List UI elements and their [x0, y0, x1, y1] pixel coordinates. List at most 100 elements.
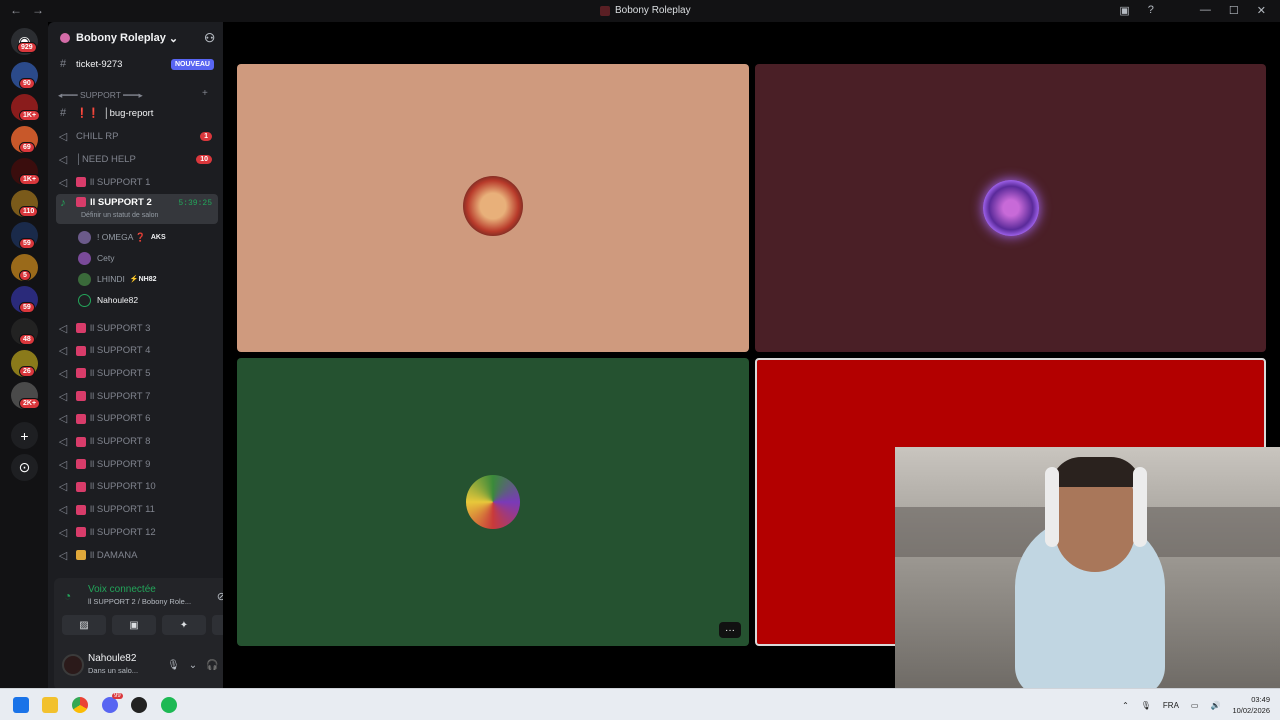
voice-status[interactable]: Voix connectée [88, 584, 156, 595]
user-name[interactable]: Nahoule82 [88, 653, 136, 664]
screen-share-button[interactable]: ▣ [112, 615, 156, 635]
microphone-icon[interactable]: 🎙 [167, 660, 180, 671]
server-unread-badge: 2K+ [19, 398, 41, 409]
voice-member[interactable]: LHINDI ⚡NH82 [78, 269, 157, 289]
voice-channel[interactable]: ◁ ll SUPPORT 7 [56, 386, 218, 406]
avatar [78, 293, 91, 307]
server-unread-badge: 48 [19, 334, 35, 345]
channel-emoji-icon [76, 345, 86, 356]
speaker-icon: ◁ [58, 345, 68, 358]
voice-channel[interactable]: ◁ │NEED HELP 10 [56, 149, 218, 169]
channel-ticket[interactable]: # ticket-9273 NOUVEAU [56, 54, 218, 74]
more-options-button[interactable]: ··· [719, 622, 741, 638]
voice-location[interactable]: ll SUPPORT 2 / Bobony Role... [88, 597, 191, 606]
forward-arrow-icon[interactable]: → [32, 3, 44, 17]
hashtag-icon: # [59, 58, 67, 70]
clock-time: 03:49 [1251, 695, 1270, 704]
user-status: Dans un salo... [88, 666, 139, 675]
speaker-icon: ◁ [58, 526, 68, 539]
channel-emoji-icon [76, 436, 86, 447]
volume-icon[interactable]: 🔊 [1210, 701, 1220, 710]
voice-timer: 5:39:25 [178, 199, 212, 208]
chrome-icon[interactable] [72, 697, 88, 713]
app-icon[interactable] [131, 697, 147, 713]
add-server-button[interactable]: + [11, 422, 38, 449]
voice-channel[interactable]: ◁ ll SUPPORT 9 [56, 454, 218, 474]
avatar[interactable] [62, 654, 84, 676]
server-unread-badge: 5 [19, 270, 31, 281]
clock[interactable]: 03:49 10/02/2026 [1232, 694, 1270, 716]
discover-button[interactable]: ⊙ [11, 454, 38, 481]
channel-emoji-icon [76, 481, 86, 492]
chevron-down-icon: ⌄ [168, 32, 179, 45]
server-unread-badge: 1K+ [19, 174, 41, 185]
activities-button[interactable]: ✦ [162, 615, 206, 635]
voice-member[interactable]: Cety [78, 248, 114, 268]
minimize-button[interactable]: — [1200, 4, 1211, 17]
voice-channel[interactable]: ◁ ll DAMANA [56, 545, 218, 565]
channel-emoji-icon [76, 550, 86, 560]
spotify-icon[interactable] [161, 697, 177, 713]
voice-active-icon: ♪ [60, 197, 66, 209]
server-header[interactable]: Bobony Roleplay ⌄ ⚇ [48, 22, 223, 54]
help-icon[interactable]: ? [1148, 4, 1154, 17]
video-tile[interactable] [755, 64, 1266, 352]
voice-member[interactable]: Nahoule82 [78, 290, 138, 310]
participant-avatar [983, 180, 1039, 236]
windows-start-icon[interactable] [13, 697, 29, 713]
voice-channel[interactable]: ◁ ll SUPPORT 4 [56, 341, 218, 361]
camera-off-icon: ▨ [79, 619, 89, 631]
voice-channel[interactable]: ◁ ll SUPPORT 8 [56, 432, 218, 452]
voice-channel[interactable]: ◁ ll SUPPORT 3 [56, 318, 218, 338]
inbox-icon[interactable]: ▣ [1119, 4, 1129, 17]
microphone-icon[interactable]: 🎙 [1141, 701, 1151, 710]
title-bar: ← → Bobony Roleplay ▣ ? — ☐ ✕ [0, 0, 1280, 22]
voice-channel[interactable]: ◁ ll SUPPORT 11 [56, 500, 218, 520]
language-indicator[interactable]: FRA [1163, 701, 1179, 710]
discord-badge: 99 [112, 693, 123, 699]
channel-support-2[interactable]: ♪ ll SUPPORT 2 5:39:25 Définir un statut… [56, 194, 218, 224]
mention-badge: 10 [196, 154, 212, 164]
category-support[interactable]: ◂━━━ SUPPORT ━━━▸ [58, 90, 143, 101]
channel-sidebar: Bobony Roleplay ⌄ ⚇ # ticket-9273 NOUVEA… [48, 22, 262, 690]
video-tile[interactable] [237, 64, 749, 352]
add-member-icon[interactable]: ⚇ [204, 31, 215, 45]
network-icon[interactable]: ▭ [1191, 701, 1199, 710]
discord-icon[interactable] [102, 697, 118, 713]
exclamation-icon: ❗❗ [76, 107, 100, 119]
channel-status-hint[interactable]: Définir un statut de salon [81, 212, 158, 219]
voice-channel[interactable]: ◁ ll SUPPORT 5 [56, 363, 218, 383]
server-unread-badge: 110 [19, 206, 39, 217]
chevron-up-icon[interactable]: ⌃ [1122, 701, 1129, 710]
voice-channel[interactable]: ◁ ll SUPPORT 10 [56, 477, 218, 497]
channel-emoji-icon [76, 413, 86, 424]
channel-emoji-icon [76, 368, 86, 379]
speaker-icon: ◁ [58, 481, 68, 494]
speaker-icon: ◁ [58, 413, 68, 426]
channel-emoji-icon [76, 391, 86, 402]
close-button[interactable]: ✕ [1257, 4, 1266, 17]
channel-bug-report[interactable]: # ❗❗ │bug-report [56, 103, 218, 123]
voice-member[interactable]: ! OMEGA ❓ AKS [78, 227, 166, 247]
voice-channel[interactable]: ◁ ll SUPPORT 6 [56, 409, 218, 429]
voice-channel[interactable]: ◁ ll SUPPORT 1 [56, 172, 218, 192]
server-unread-badge: 69 [19, 142, 35, 153]
server-unread-badge: 90 [19, 78, 35, 89]
video-tile[interactable]: ··· [237, 358, 749, 646]
back-arrow-icon[interactable]: ← [10, 3, 22, 17]
camera-button[interactable]: ▨ [62, 615, 106, 635]
chevron-down-icon[interactable]: ⌄ [189, 660, 197, 671]
channel-emoji-icon [76, 504, 86, 515]
server-unread-badge: 26 [19, 366, 35, 377]
participant-avatar [463, 176, 523, 236]
channel-emoji-icon [76, 177, 86, 187]
voice-channel[interactable]: ◁ ll SUPPORT 12 [56, 522, 218, 542]
participant-avatar [466, 475, 520, 529]
file-explorer-icon[interactable] [42, 697, 58, 713]
headset-icon[interactable]: 🎧 [206, 660, 218, 671]
maximize-button[interactable]: ☐ [1229, 4, 1239, 17]
avatar [78, 230, 91, 244]
member-tag: AKS [150, 233, 166, 241]
category-add-icon[interactable]: + [202, 88, 208, 99]
voice-channel[interactable]: ◁ CHILL RP 1 [56, 126, 218, 146]
